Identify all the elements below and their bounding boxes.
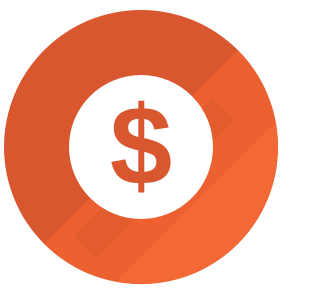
app-icon[interactable]: $: [4, 10, 278, 284]
screen: $: [0, 0, 280, 298]
dollar-icon: $: [4, 10, 278, 284]
dollar-symbol: $: [110, 83, 172, 208]
